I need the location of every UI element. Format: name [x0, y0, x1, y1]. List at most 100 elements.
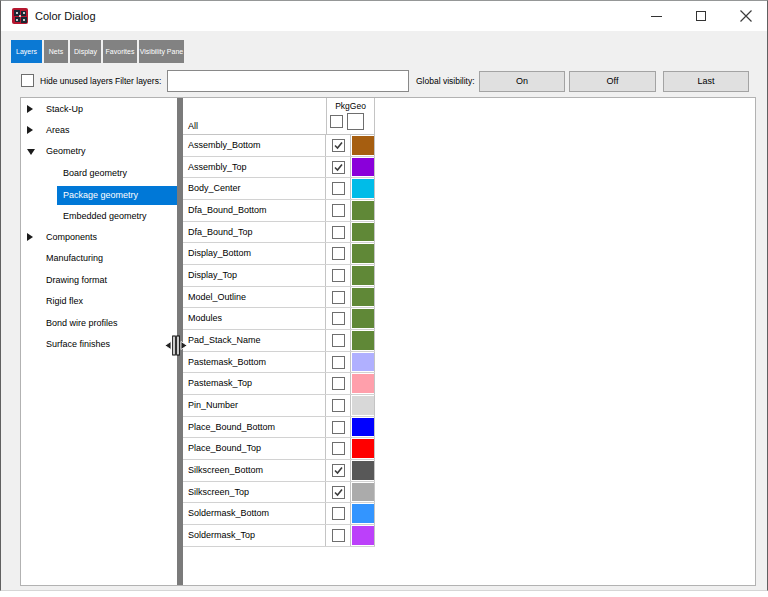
- tree-item-drawing-format[interactable]: Drawing format: [21, 270, 177, 291]
- layer-visibility-checkbox[interactable]: [332, 334, 345, 347]
- tree-item-areas[interactable]: Areas: [21, 120, 177, 141]
- layer-visibility-checkbox[interactable]: [332, 356, 345, 369]
- title-bar: Color Dialog: [1, 1, 767, 31]
- layer-visibility-cell: [326, 222, 351, 243]
- layer-visibility-checkbox[interactable]: [332, 182, 345, 195]
- global-on-button[interactable]: On: [479, 71, 565, 92]
- layer-color-swatch[interactable]: [352, 223, 374, 242]
- close-button[interactable]: [729, 1, 763, 31]
- tree-item-board-geometry[interactable]: Board geometry: [21, 163, 177, 184]
- layer-color-swatch[interactable]: [352, 266, 374, 285]
- layer-visibility-checkbox[interactable]: [332, 377, 345, 390]
- tree-item-label: Package geometry: [57, 186, 177, 205]
- layer-visibility-checkbox[interactable]: [332, 269, 345, 282]
- layer-visibility-cell: [326, 330, 351, 351]
- tree-expander-open-icon[interactable]: [27, 149, 35, 155]
- layer-visibility-checkbox[interactable]: [332, 312, 345, 325]
- layer-name: Soldermask_Bottom: [183, 503, 326, 524]
- layer-row-body_center: Body_Center: [183, 178, 375, 200]
- tab-layers[interactable]: Layers: [11, 40, 42, 63]
- layer-visibility-cell: [326, 373, 351, 394]
- layer-visibility-cell: [326, 482, 351, 503]
- layer-color-swatch[interactable]: [352, 331, 374, 350]
- tree-item-embedded-geometry[interactable]: Embedded geometry: [21, 206, 177, 227]
- all-visibility-checkbox[interactable]: [330, 115, 343, 128]
- all-color-checkbox[interactable]: [347, 113, 364, 130]
- tab-display[interactable]: Display: [70, 40, 101, 63]
- tree-item-label: Manufacturing: [46, 248, 103, 269]
- tree-item-label: Rigid flex: [46, 291, 83, 312]
- global-last-button[interactable]: Last: [663, 71, 749, 92]
- filter-layers-input[interactable]: [167, 70, 409, 92]
- hide-unused-layers-label: Hide unused layers: [40, 71, 113, 92]
- tab-visibility-pane[interactable]: Visibility Pane: [139, 40, 184, 63]
- layer-visibility-cell: [326, 308, 351, 329]
- col-resize-cursor: [164, 335, 188, 361]
- layer-color-cell: [351, 222, 375, 243]
- tree-item-label: Areas: [46, 120, 70, 141]
- layer-visibility-checkbox[interactable]: [332, 442, 345, 455]
- layer-visibility-checkbox[interactable]: [332, 507, 345, 520]
- layer-color-cell: [351, 200, 375, 221]
- layer-name: Assembly_Bottom: [183, 135, 326, 156]
- tree-item-components[interactable]: Components: [21, 227, 177, 248]
- layer-visibility-checkbox[interactable]: [332, 247, 345, 260]
- tree-item-stack-up[interactable]: Stack-Up: [21, 99, 177, 120]
- table-header-row: PkgGeoAll: [183, 98, 375, 135]
- layer-row-place_bound_bottom: Place_Bound_Bottom: [183, 417, 375, 439]
- layer-visibility-checkbox[interactable]: [332, 399, 345, 412]
- layer-visibility-checkbox[interactable]: [332, 421, 345, 434]
- global-off-button[interactable]: Off: [569, 71, 656, 92]
- layer-color-cell: [351, 135, 375, 156]
- tree-expander-closed-icon[interactable]: [27, 233, 33, 241]
- layer-color-swatch[interactable]: [352, 309, 374, 328]
- layer-color-swatch[interactable]: [352, 158, 374, 177]
- layer-visibility-checkbox[interactable]: [332, 139, 345, 152]
- layer-color-swatch[interactable]: [352, 374, 374, 393]
- tree-item-label: Board geometry: [57, 163, 127, 184]
- layer-color-cell: [351, 287, 375, 308]
- maximize-button[interactable]: [684, 1, 718, 31]
- layer-color-swatch[interactable]: [352, 504, 374, 523]
- layer-name: Body_Center: [183, 178, 326, 199]
- layer-visibility-checkbox[interactable]: [332, 204, 345, 217]
- tree-item-manufacturing[interactable]: Manufacturing: [21, 248, 177, 269]
- tree-item-bond-wire-profiles[interactable]: Bond wire profiles: [21, 313, 177, 334]
- tree-item-surface-finishes[interactable]: Surface finishes: [21, 334, 177, 355]
- layer-color-cell: [351, 503, 375, 524]
- tree-item-package-geometry[interactable]: Package geometry: [21, 184, 177, 205]
- layer-color-swatch[interactable]: [352, 526, 374, 545]
- layer-color-swatch[interactable]: [352, 439, 374, 458]
- layer-row-assembly_bottom: Assembly_Bottom: [183, 135, 375, 157]
- layer-color-cell: [351, 438, 375, 459]
- tree-item-geometry[interactable]: Geometry: [21, 141, 177, 162]
- layer-color-swatch[interactable]: [352, 179, 374, 198]
- layer-color-swatch[interactable]: [352, 244, 374, 263]
- hide-unused-layers-checkbox[interactable]: [21, 74, 34, 87]
- layer-color-cell: [351, 265, 375, 286]
- tree-expander-closed-icon[interactable]: [27, 105, 33, 113]
- layer-visibility-checkbox[interactable]: [332, 291, 345, 304]
- layer-visibility-checkbox[interactable]: [332, 226, 345, 239]
- layer-color-cell: [351, 330, 375, 351]
- layer-color-swatch[interactable]: [352, 461, 374, 480]
- layer-color-swatch[interactable]: [352, 288, 374, 307]
- tree-item-rigid-flex[interactable]: Rigid flex: [21, 291, 177, 312]
- layer-visibility-checkbox[interactable]: [332, 486, 345, 499]
- layer-color-swatch[interactable]: [352, 483, 374, 502]
- minimize-button[interactable]: [639, 1, 673, 31]
- layer-color-swatch[interactable]: [352, 353, 374, 372]
- layer-color-swatch[interactable]: [352, 418, 374, 437]
- layer-color-swatch[interactable]: [352, 396, 374, 415]
- tab-favorites[interactable]: Favorites: [103, 40, 137, 63]
- layer-color-swatch[interactable]: [352, 201, 374, 220]
- layer-visibility-checkbox[interactable]: [332, 464, 345, 477]
- layer-visibility-checkbox[interactable]: [332, 161, 345, 174]
- layer-table: PkgGeoAllAssembly_BottomAssembly_TopBody…: [183, 98, 375, 547]
- tab-nets[interactable]: Nets: [44, 40, 68, 63]
- layer-color-cell: [351, 395, 375, 416]
- layer-color-swatch[interactable]: [352, 136, 374, 155]
- tree-expander-closed-icon[interactable]: [27, 126, 33, 134]
- layer-color-cell: [351, 482, 375, 503]
- layer-visibility-checkbox[interactable]: [332, 529, 345, 542]
